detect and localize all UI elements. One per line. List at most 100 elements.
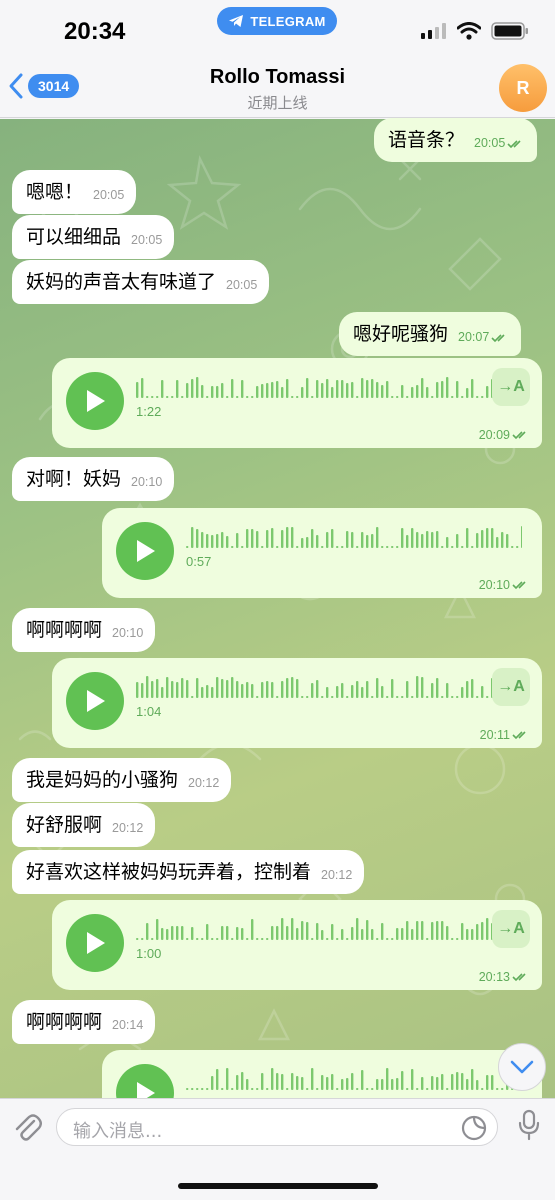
waveform-bar: [361, 929, 364, 940]
attach-button[interactable]: [12, 1111, 42, 1147]
chat-header: 3014 Rollo Tomassi 近期上线 R: [0, 54, 555, 118]
waveform-bar: [181, 678, 184, 698]
transcribe-button[interactable]: →A: [492, 910, 530, 948]
chat-title[interactable]: Rollo Tomassi: [0, 66, 555, 89]
waveform-bar: [191, 696, 194, 698]
waveform-bar: [176, 926, 179, 940]
message-time: 20:10: [479, 578, 530, 592]
voice-duration: 0:57: [186, 554, 212, 569]
telegram-badge[interactable]: TELEGRAM: [217, 7, 337, 35]
waveform-bar: [366, 535, 369, 548]
message-bubble-incoming[interactable]: 啊啊啊啊 20:10: [12, 608, 156, 652]
voice-message[interactable]: 1:22 →A 20:09: [52, 358, 542, 448]
message-text: 好喜欢这样被妈妈玩弄着，控制着: [26, 861, 312, 883]
play-icon: [87, 932, 105, 954]
waveform-bar: [441, 546, 444, 548]
waveform-bar: [461, 1073, 464, 1090]
waveform-bar: [271, 528, 274, 548]
waveform-bar: [326, 687, 329, 698]
double-check-icon: [512, 973, 526, 982]
waveform-bar: [476, 1080, 479, 1090]
waveform-bar: [211, 687, 214, 698]
message-bubble-outgoing[interactable]: 嗯好呢骚狗 20:07: [339, 312, 522, 356]
scroll-to-bottom-button[interactable]: [498, 1043, 546, 1091]
waveform-bar: [241, 380, 244, 398]
waveform-bar: [406, 535, 409, 548]
waveform-bar: [396, 546, 399, 548]
waveform-bar: [426, 531, 429, 548]
waveform-bar: [411, 929, 414, 940]
waveform-bar: [346, 696, 349, 698]
play-button[interactable]: [116, 522, 174, 580]
transcribe-button[interactable]: →A: [492, 668, 530, 706]
waveform-bar: [406, 681, 409, 698]
sticker-icon[interactable]: [461, 1115, 487, 1141]
microphone-button[interactable]: [517, 1109, 541, 1145]
waveform-bar: [441, 1074, 444, 1090]
waveform-bar: [196, 1088, 199, 1090]
transcribe-button[interactable]: →A: [492, 368, 530, 406]
waveform-bar: [231, 938, 234, 940]
waveform-bar: [141, 938, 144, 940]
waveform-bar: [471, 679, 474, 698]
waveform-bar: [256, 696, 259, 698]
voice-message[interactable]: 0:57 20:10: [102, 508, 542, 598]
waveform: [136, 377, 494, 398]
waveform-bar: [316, 380, 319, 398]
waveform-bar: [431, 532, 434, 548]
waveform-bar: [256, 531, 259, 548]
message-text: 好舒服啊: [26, 814, 103, 836]
message-bubble-incoming[interactable]: 啊啊啊啊 20:14: [12, 1000, 156, 1044]
message-bubble-incoming[interactable]: 我是妈妈的小骚狗 20:12: [12, 758, 232, 802]
message-bubble-incoming[interactable]: 嗯嗯！ 20:05: [12, 170, 137, 214]
waveform-bar: [361, 1070, 364, 1090]
play-button[interactable]: [66, 914, 124, 972]
waveform-bar: [261, 938, 264, 940]
message-time: 20:07: [458, 325, 509, 349]
waveform-bar: [271, 382, 274, 398]
message-bubble-incoming[interactable]: 对啊！妖妈 20:10: [12, 457, 175, 501]
message-input[interactable]: 输入消息...: [56, 1108, 498, 1146]
play-button[interactable]: [116, 1064, 174, 1098]
message-bubble-incoming[interactable]: 可以细细品 20:05: [12, 215, 175, 259]
voice-message[interactable]: [102, 1050, 542, 1098]
message-bubble-incoming[interactable]: 妖妈的声音太有味道了 20:05: [12, 260, 270, 304]
waveform-bar: [431, 1076, 434, 1090]
play-button[interactable]: [66, 372, 124, 430]
waveform-bar: [271, 926, 274, 940]
voice-message[interactable]: 1:04 →A 20:11: [52, 658, 542, 748]
play-button[interactable]: [66, 672, 124, 730]
message-bubble-outgoing[interactable]: 语音条？ 20:05: [374, 118, 538, 162]
waveform-bar: [246, 1079, 249, 1090]
waveform-bar: [471, 546, 474, 548]
waveform-bar: [381, 1079, 384, 1090]
voice-message[interactable]: 1:00 →A 20:13: [52, 900, 542, 990]
waveform-bar: [281, 918, 284, 940]
waveform-bar: [336, 380, 339, 398]
waveform-bar: [326, 532, 329, 548]
message-text: 妖妈的声音太有味道了: [26, 271, 217, 293]
waveform-bar: [301, 696, 304, 698]
waveform-bar: [291, 918, 294, 940]
waveform-bar: [216, 938, 219, 940]
waveform-bar: [221, 1088, 224, 1090]
message-bubble-incoming[interactable]: 好舒服啊 20:12: [12, 803, 156, 847]
waveform-bar: [166, 929, 169, 940]
waveform-bar: [346, 938, 349, 940]
waveform-bar: [201, 938, 204, 940]
waveform-bar: [411, 696, 414, 698]
waveform-bar: [356, 1088, 359, 1090]
waveform-bar: [366, 681, 369, 698]
waveform-bar: [326, 1077, 329, 1090]
waveform-bar: [236, 533, 239, 548]
waveform-bar: [151, 681, 154, 698]
waveform-bar: [296, 1076, 299, 1090]
waveform-bar: [441, 381, 444, 398]
waveform-bar: [386, 938, 389, 940]
avatar[interactable]: R: [499, 64, 547, 112]
waveform-bar: [366, 1088, 369, 1090]
waveform-bar: [416, 532, 419, 548]
message-bubble-incoming[interactable]: 好喜欢这样被妈妈玩弄着，控制着 20:12: [12, 850, 365, 894]
waveform-bar: [256, 386, 259, 398]
waveform-bar: [391, 396, 394, 398]
